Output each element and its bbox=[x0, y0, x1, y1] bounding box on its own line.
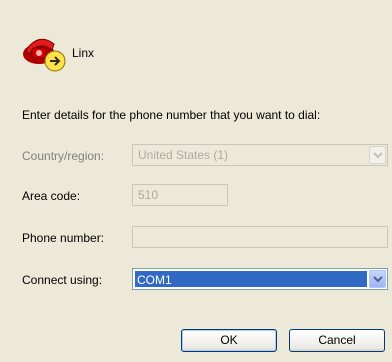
chevron-down-icon bbox=[373, 276, 383, 283]
connect-dropdown-button[interactable] bbox=[369, 270, 386, 288]
phone-number-field[interactable] bbox=[132, 226, 388, 248]
country-region-select[interactable]: United States (1) bbox=[132, 144, 388, 166]
cancel-button[interactable]: Cancel bbox=[289, 329, 385, 352]
phone-connection-icon bbox=[22, 30, 68, 72]
connect-using-value: COM1 bbox=[135, 271, 367, 287]
country-dropdown-button[interactable] bbox=[369, 146, 386, 164]
connection-name: Linx bbox=[72, 46, 95, 60]
ok-button[interactable]: OK bbox=[181, 329, 277, 352]
area-code-label: Area code: bbox=[22, 189, 81, 203]
connect-using-label: Connect using: bbox=[22, 273, 103, 287]
connect-using-select[interactable]: COM1 bbox=[132, 268, 388, 290]
area-code-field[interactable]: 510 bbox=[132, 184, 228, 206]
phone-number-label: Phone number: bbox=[22, 231, 105, 245]
area-code-value: 510 bbox=[138, 188, 159, 202]
country-region-label: Country/region: bbox=[22, 149, 105, 163]
country-region-value: United States (1) bbox=[138, 148, 229, 162]
dial-prompt: Enter details for the phone number that … bbox=[22, 108, 321, 122]
chevron-down-icon bbox=[373, 152, 383, 159]
